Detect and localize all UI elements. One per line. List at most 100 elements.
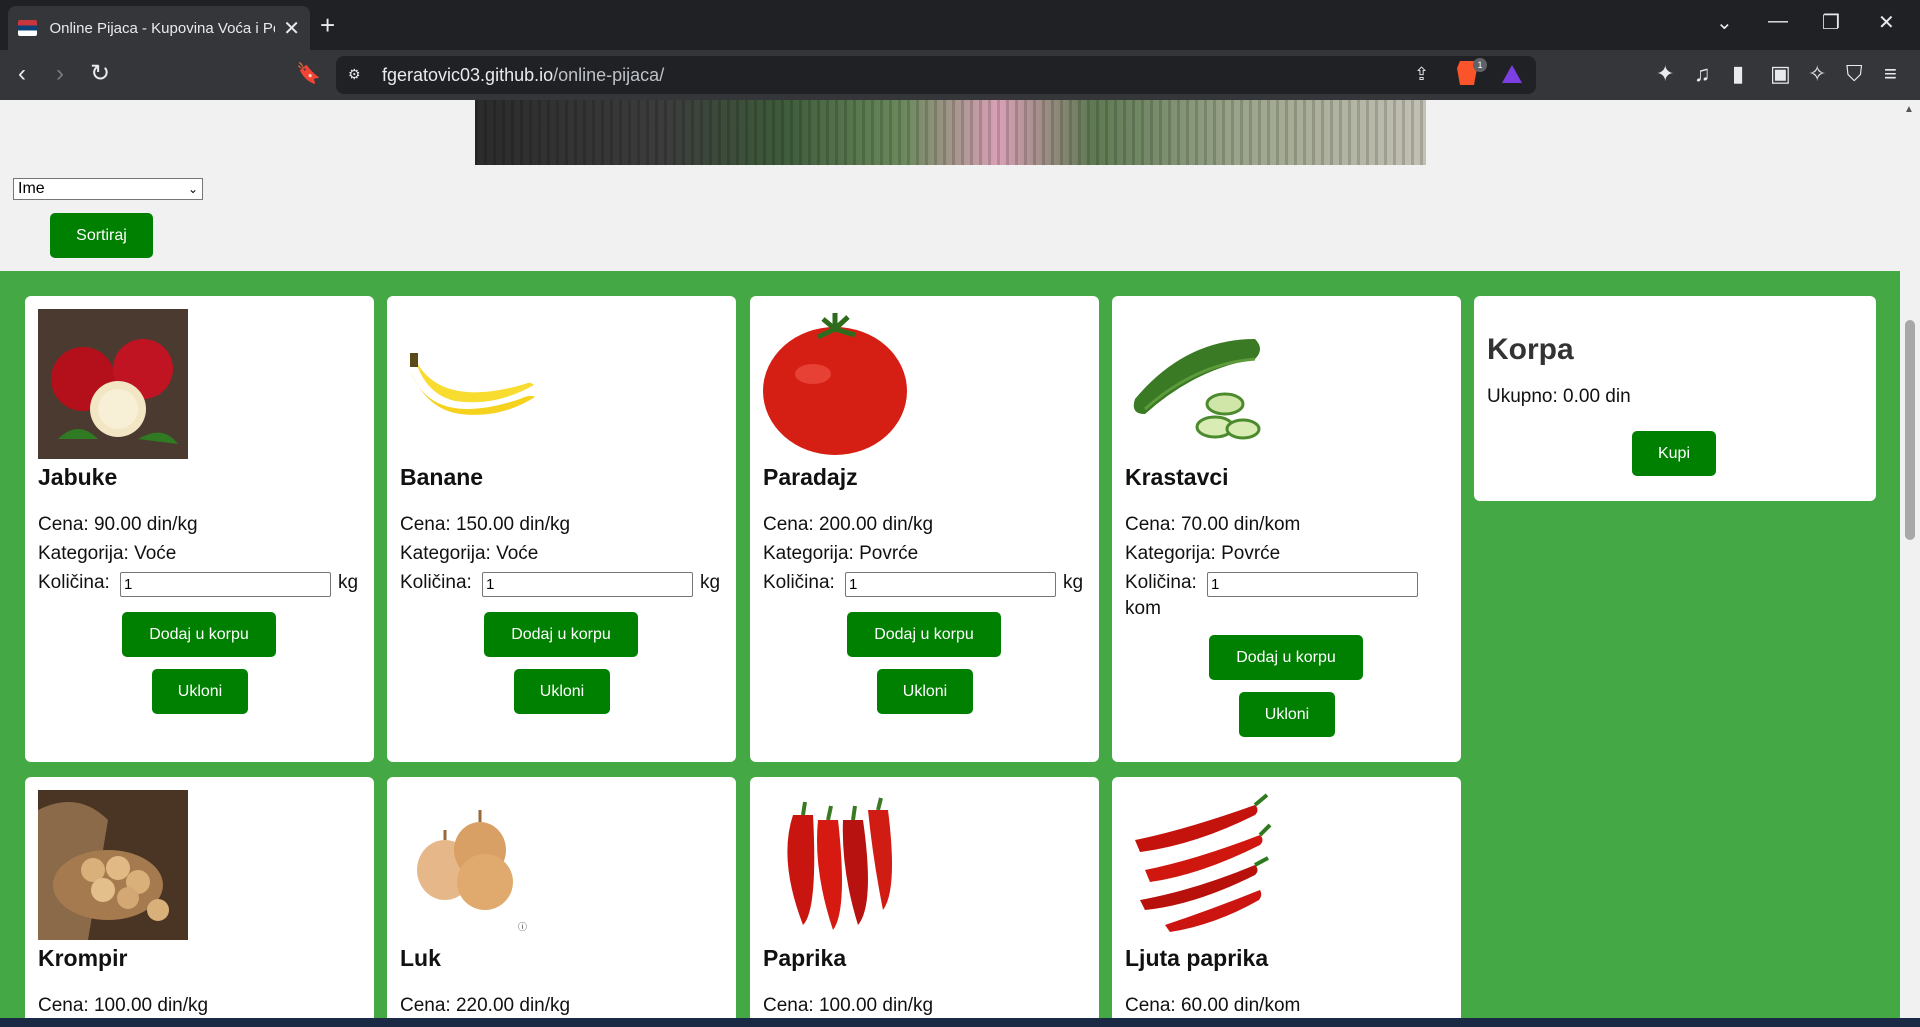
cart-panel: Korpa Ukupno: 0.00 din Kupi [1474,296,1876,501]
quantity-label: Količina: [38,572,110,593]
remove-button[interactable]: Ukloni [152,669,248,714]
quantity-input[interactable] [120,572,331,597]
remove-button[interactable]: Ukloni [877,669,973,714]
sidebar-icon[interactable]: ▮ [1732,62,1744,86]
scrollbar-thumb[interactable] [1905,320,1915,540]
product-price: Cena: 200.00 din/kg [763,514,934,535]
extensions-icon[interactable]: ✦ [1656,62,1674,86]
cucumber-image [1125,309,1275,459]
apple-image [38,309,188,459]
taskbar-edge [0,1018,1920,1027]
add-to-cart-button[interactable]: Dodaj u korpu [1209,635,1363,680]
sort-selected-value: Ime [18,180,45,197]
product-price: Cena: 90.00 din/kg [38,514,198,535]
cart-title: Korpa [1487,333,1574,366]
product-card: Paradajz Cena: 200.00 din/kg Kategorija:… [750,296,1099,762]
serbian-flag-icon [18,20,38,36]
product-name: Banane [400,464,484,490]
svg-text:ⓘ: ⓘ [518,922,527,932]
sort-select[interactable]: Ime ⌄ [13,178,203,200]
restore-icon[interactable]: ❐ [1822,10,1840,35]
product-category: Kategorija: Voće [400,543,539,564]
quantity-label: Količina: [400,572,472,593]
tab-search-icon[interactable]: ⌄ [1716,10,1733,35]
product-name: Paradajz [763,464,858,490]
pepper-image [763,790,913,940]
tab-title: Online Pijaca - Kupovina Voća i Povrća [49,19,275,37]
quantity-input[interactable] [845,572,1056,597]
product-name: Luk [400,945,441,971]
product-price: Cena: 150.00 din/kg [400,514,571,535]
add-to-cart-button[interactable]: Dodaj u korpu [847,612,1001,657]
product-price: Cena: 100.00 din/kg [763,995,934,1016]
menu-icon[interactable]: ≡ [1884,62,1897,86]
share-icon[interactable]: ⇪ [1414,64,1429,85]
cart-total: Ukupno: 0.00 din [1487,386,1631,407]
page-scrollbar[interactable]: ▲ [1900,100,1920,1018]
close-tab-icon[interactable]: ✕ [283,16,300,41]
page-viewport: Ime ⌄ Sortiraj Jabuke Cena: 90.00 din/kg… [0,100,1900,1018]
unit-label: kg [338,572,359,593]
quantity-label: Količina: [763,572,835,593]
browser-toolbar: ‹ › ↻ 🔖 ⚙ fgeratovic03.github.io/online-… [0,50,1920,100]
product-card: ⓘ Luk Cena: 220.00 din/kg [387,777,736,1018]
onion-image: ⓘ [400,790,550,940]
banana-image [400,309,550,459]
product-name: Krastavci [1125,464,1229,490]
product-card: Banane Cena: 150.00 din/kg Kategorija: V… [387,296,736,762]
brave-rewards-icon[interactable] [1502,65,1522,83]
quantity-label: Količina: [1125,572,1197,593]
minimize-icon[interactable]: — [1768,10,1788,33]
buy-button[interactable]: Kupi [1632,431,1716,476]
close-window-icon[interactable]: ✕ [1878,10,1895,35]
address-bar[interactable]: ⚙ fgeratovic03.github.io/online-pijaca/ … [336,56,1536,94]
add-to-cart-button[interactable]: Dodaj u korpu [122,612,276,657]
product-card: Ljuta paprika Cena: 60.00 din/kom [1112,777,1461,1018]
reload-icon[interactable]: ↻ [90,62,110,86]
forward-icon[interactable]: › [56,62,64,86]
media-icon[interactable]: ♫ [1694,62,1711,86]
add-to-cart-button[interactable]: Dodaj u korpu [484,612,638,657]
product-price: Cena: 220.00 din/kg [400,995,571,1016]
hero-banner-image [475,100,1426,165]
product-category: Kategorija: Povrće [1125,543,1281,564]
back-icon[interactable]: ‹ [18,62,26,86]
product-price: Cena: 70.00 din/kom [1125,514,1301,535]
unit-label: kg [1063,572,1084,593]
new-tab-button[interactable]: + [320,10,335,41]
sort-button[interactable]: Sortiraj [50,213,153,258]
vpn-icon[interactable]: ⛉ [1846,62,1863,86]
product-name: Ljuta paprika [1125,945,1269,971]
browser-tab-bar: Online Pijaca - Kupovina Voća i Povrća ✕… [0,0,1920,50]
potato-image [38,790,188,940]
scroll-up-icon[interactable]: ▲ [1904,104,1914,115]
quantity-input[interactable] [1207,572,1418,597]
wallet-icon[interactable]: ▣ [1770,62,1791,86]
bookmark-icon[interactable]: 🔖 [296,62,321,86]
site-info-icon[interactable]: ⚙ [348,66,366,84]
product-price: Cena: 100.00 din/kg [38,995,209,1016]
product-name: Krompir [38,945,128,971]
url-path: /online-pijaca/ [553,65,665,85]
remove-button[interactable]: Ukloni [1239,692,1335,737]
unit-label: kg [700,572,721,593]
product-card: Paprika Cena: 100.00 din/kg [750,777,1099,1018]
product-name: Jabuke [38,464,118,490]
tomato-image [763,309,913,459]
chevron-down-icon: ⌄ [187,182,198,196]
product-card: Krompir Cena: 100.00 din/kg [25,777,374,1018]
product-card: Jabuke Cena: 90.00 din/kg Kategorija: Vo… [25,296,374,762]
product-category: Kategorija: Povrće [763,543,919,564]
shields-badge: 1 [1473,58,1487,72]
chili-image [1125,790,1275,940]
remove-button[interactable]: Ukloni [514,669,610,714]
url-host: fgeratovic03.github.io [382,65,554,85]
product-price: Cena: 60.00 din/kom [1125,995,1301,1016]
url-text[interactable]: fgeratovic03.github.io/online-pijaca/ [382,65,664,86]
quantity-input[interactable] [482,572,693,597]
product-name: Paprika [763,945,847,971]
browser-tab[interactable]: Online Pijaca - Kupovina Voća i Povrća ✕ [8,6,310,50]
unit-label: kom [1125,598,1161,619]
leo-ai-icon[interactable]: ✧ [1808,62,1826,86]
product-category: Kategorija: Voće [38,543,177,564]
